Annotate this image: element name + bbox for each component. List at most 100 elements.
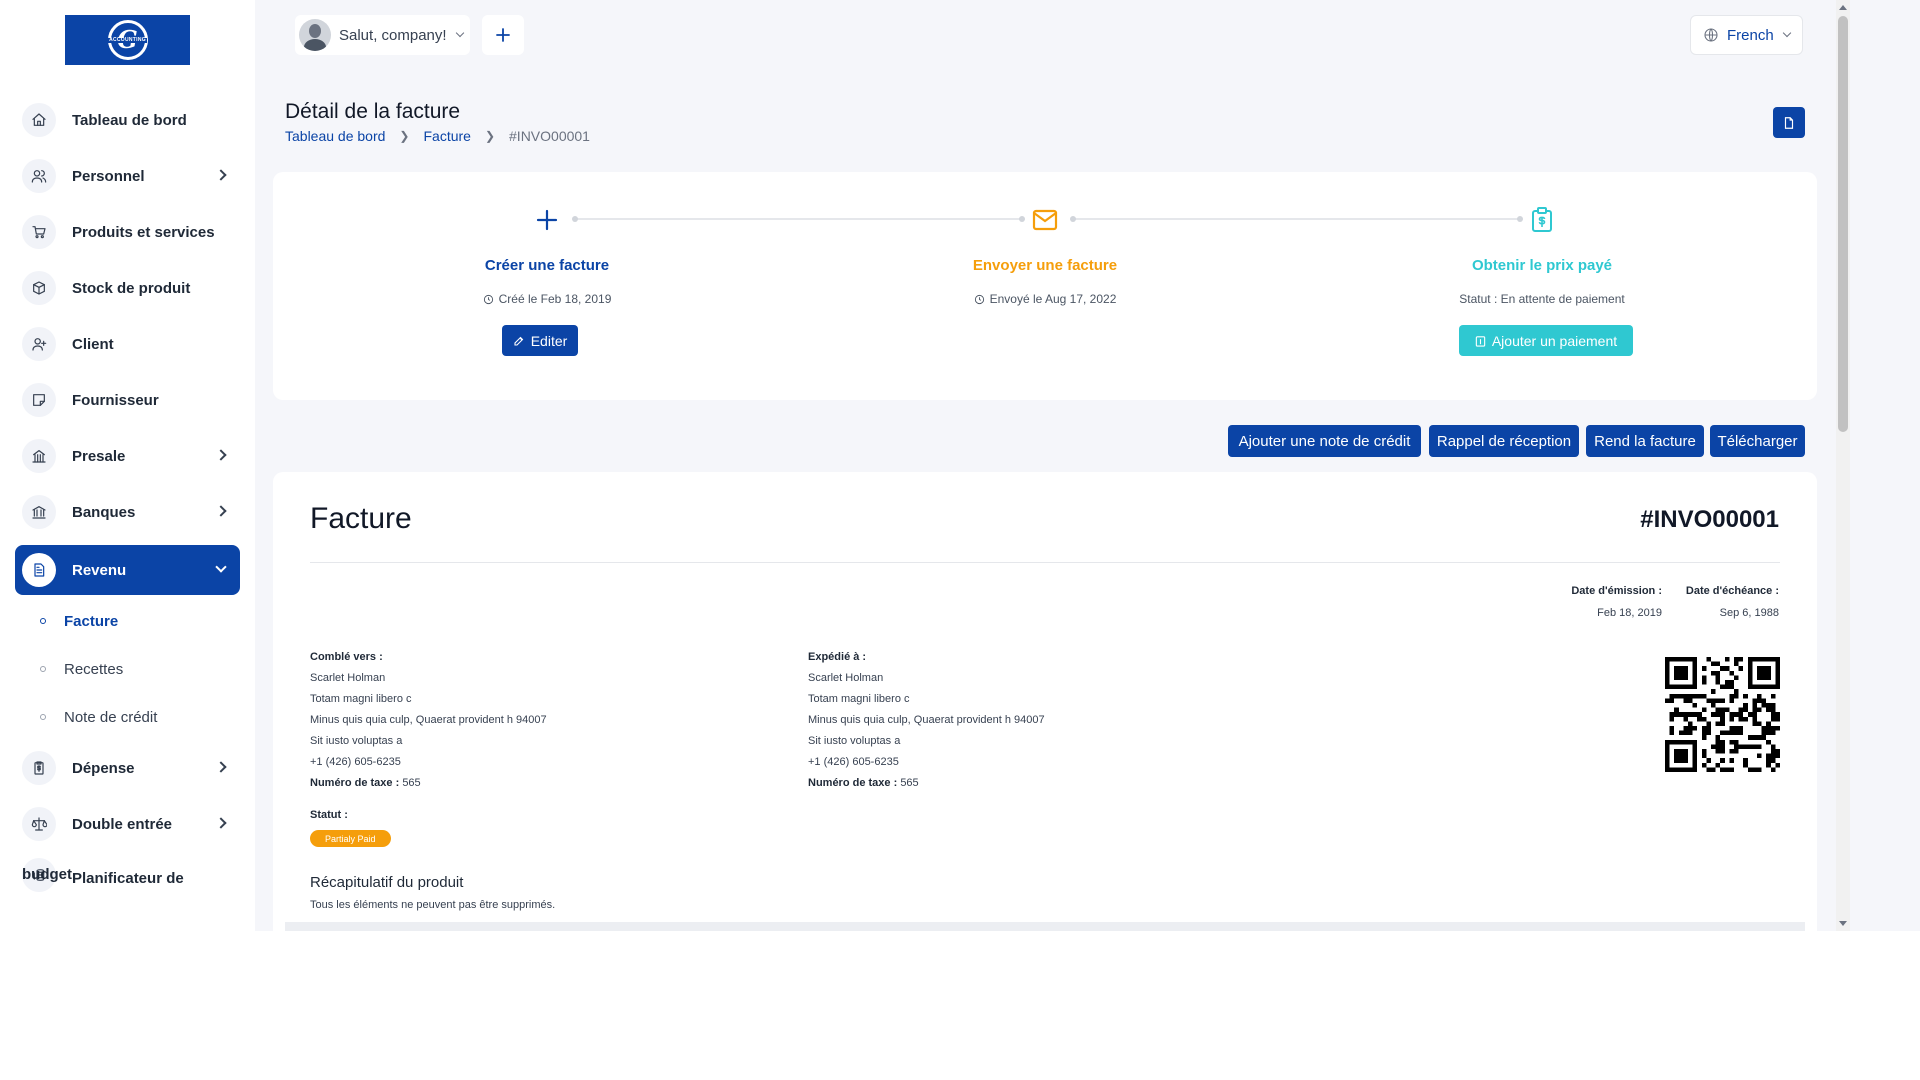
edit-invoice-button[interactable]: Editer xyxy=(502,325,578,356)
billed-name: Scarlet Holman xyxy=(310,672,386,684)
sidebar-item-label: Banques xyxy=(72,503,136,521)
sidebar-item-label: Client xyxy=(72,335,114,353)
invoice-title: Facture xyxy=(310,502,412,535)
sidebar-item-label: Double entrée xyxy=(72,815,173,833)
app-window: G ACCOUNTING Tableau de bord Personnel P… xyxy=(0,0,1920,931)
globe-icon xyxy=(1704,28,1718,42)
resend-invoice-button[interactable]: Rend la facture xyxy=(1586,425,1704,457)
issue-date-value: Feb 18, 2019 xyxy=(1597,607,1662,619)
chevron-right-icon: ❯ xyxy=(484,129,496,143)
receipt-reminder-button[interactable]: Rappel de réception xyxy=(1429,425,1579,457)
users-icon xyxy=(22,159,56,193)
sidebar-subitem-note-de-credit[interactable]: Note de crédit xyxy=(40,703,157,731)
sidebar-item-label-cont: budget xyxy=(22,866,72,883)
language-label: French xyxy=(1727,26,1774,44)
sidebar: G ACCOUNTING Tableau de bord Personnel P… xyxy=(0,0,255,931)
step-title: Envoyer une facture xyxy=(972,257,1118,274)
step-meta: Statut : En attente de paiement xyxy=(1382,292,1702,306)
language-selector[interactable]: French xyxy=(1690,15,1803,55)
sidebar-item-label: Revenu xyxy=(72,561,127,579)
breadcrumb-link-facture[interactable]: Facture xyxy=(423,128,470,144)
scroll-up-arrow[interactable] xyxy=(1839,5,1847,10)
product-summary-note: Tous les éléments ne peuvent pas être su… xyxy=(310,899,556,911)
scrollbar[interactable] xyxy=(1836,0,1850,931)
divider xyxy=(310,562,1780,563)
quick-add-button[interactable] xyxy=(482,15,524,55)
invoice-card: Facture #INVO00001 Date d'émission : Feb… xyxy=(273,472,1817,931)
sidebar-item-label: Presale xyxy=(72,447,126,465)
button-label: Rend la facture xyxy=(1594,432,1696,450)
logo-mark: G ACCOUNTING xyxy=(107,20,148,60)
download-button[interactable]: Télécharger xyxy=(1710,425,1805,457)
shipped-tax: Numéro de taxe : 565 xyxy=(808,773,1045,794)
sidebar-subitem-recettes[interactable]: Recettes xyxy=(40,655,123,683)
scale-icon xyxy=(22,807,56,841)
edit-button-label: Editer xyxy=(530,332,568,349)
add-credit-note-button[interactable]: Ajouter une note de crédit xyxy=(1228,425,1421,457)
sidebar-item-produits[interactable]: Produits et services xyxy=(15,207,240,257)
step-connector xyxy=(572,216,1025,222)
box-icon xyxy=(22,271,56,305)
shipped-address-line: Totam magni libero c xyxy=(808,693,910,705)
chevron-right-icon xyxy=(215,169,227,181)
sidebar-item-revenu[interactable]: Revenu xyxy=(15,545,240,595)
user-greeting: Salut, company! xyxy=(339,26,447,44)
sidebar-item-stock[interactable]: Stock de produit xyxy=(15,263,240,313)
page-title: Détail de la facture xyxy=(285,100,461,123)
sidebar-item-banques[interactable]: Banques xyxy=(15,487,240,537)
file-icon xyxy=(1784,116,1794,129)
plus-icon xyxy=(496,28,510,42)
clipboard-dollar-icon xyxy=(1527,205,1557,235)
step-connector xyxy=(1070,216,1523,222)
sidebar-item-fournisseur[interactable]: Fournisseur xyxy=(15,375,240,425)
avatar xyxy=(299,19,331,51)
shipped-to-block: Expédié à : Scarlet Holman Totam magni l… xyxy=(808,647,1045,794)
tax-label: Numéro de taxe : xyxy=(808,777,898,789)
due-date-value: Sep 6, 1988 xyxy=(1719,607,1779,619)
sidebar-item-double-entree[interactable]: Double entrée xyxy=(15,799,240,849)
clock-icon xyxy=(483,294,493,304)
sidebar-item-label: Stock de produit xyxy=(72,279,191,297)
bullet-icon xyxy=(40,714,46,720)
scroll-down-arrow[interactable] xyxy=(1839,921,1847,926)
step-meta: Envoyé le Aug 17, 2022 xyxy=(885,292,1205,306)
breadcrumb-link-dashboard[interactable]: Tableau de bord xyxy=(285,128,385,144)
building-icon xyxy=(22,439,56,473)
sidebar-item-tableau-de-bord[interactable]: Tableau de bord xyxy=(15,95,240,145)
chevron-right-icon xyxy=(215,449,227,461)
step-meta-text: Créé le Feb 18, 2019 xyxy=(498,292,612,306)
breadcrumb: Tableau de bord ❯ Facture ❯ #INVO00001 xyxy=(285,128,590,144)
breadcrumb-current: #INVO00001 xyxy=(509,128,590,144)
product-table-header xyxy=(285,922,1805,931)
clipboard-dollar-icon xyxy=(1475,335,1486,347)
billed-address-line: Sit iusto voluptas a xyxy=(310,735,403,747)
billed-phone: +1 (426) 605-6235 xyxy=(310,756,401,768)
sidebar-item-presale[interactable]: Presale xyxy=(15,431,240,481)
add-payment-label: Ajouter un paiement xyxy=(1491,332,1618,349)
sticky-note-icon xyxy=(22,383,56,417)
document-button[interactable] xyxy=(1773,107,1805,138)
sidebar-item-personnel[interactable]: Personnel xyxy=(15,151,240,201)
add-payment-button[interactable]: Ajouter un paiement xyxy=(1459,325,1633,356)
sidebar-subitem-label: Recettes xyxy=(64,660,124,678)
sidebar-item-depense[interactable]: Dépense xyxy=(15,743,240,793)
step-meta: Créé le Feb 18, 2019 xyxy=(387,292,707,306)
billed-address-line: Minus quis quia culp, Quaerat provident … xyxy=(310,714,547,726)
sidebar-item-label: Personnel xyxy=(72,167,145,185)
chevron-down-icon xyxy=(455,28,464,38)
bullet-icon xyxy=(40,618,46,624)
shipped-to-label: Expédié à : xyxy=(808,651,867,663)
billed-tax: Numéro de taxe : 565 xyxy=(310,773,547,794)
due-date-label: Date d'échéance : xyxy=(1685,585,1779,597)
logo[interactable]: G ACCOUNTING xyxy=(65,15,190,65)
user-menu[interactable]: Salut, company! xyxy=(295,15,470,55)
scroll-thumb[interactable] xyxy=(1838,16,1848,432)
step-meta-text: Statut : En attente de paiement xyxy=(1459,292,1625,306)
sidebar-item-label: Dépense xyxy=(72,759,135,777)
step-title: Obtenir le prix payé xyxy=(1471,257,1613,274)
status-badge: Partialy Paid xyxy=(310,830,391,847)
mail-icon xyxy=(1030,205,1060,235)
clipboard-dollar-icon xyxy=(22,751,56,785)
sidebar-item-client[interactable]: Client xyxy=(15,319,240,369)
sidebar-subitem-facture[interactable]: Facture xyxy=(40,607,118,635)
